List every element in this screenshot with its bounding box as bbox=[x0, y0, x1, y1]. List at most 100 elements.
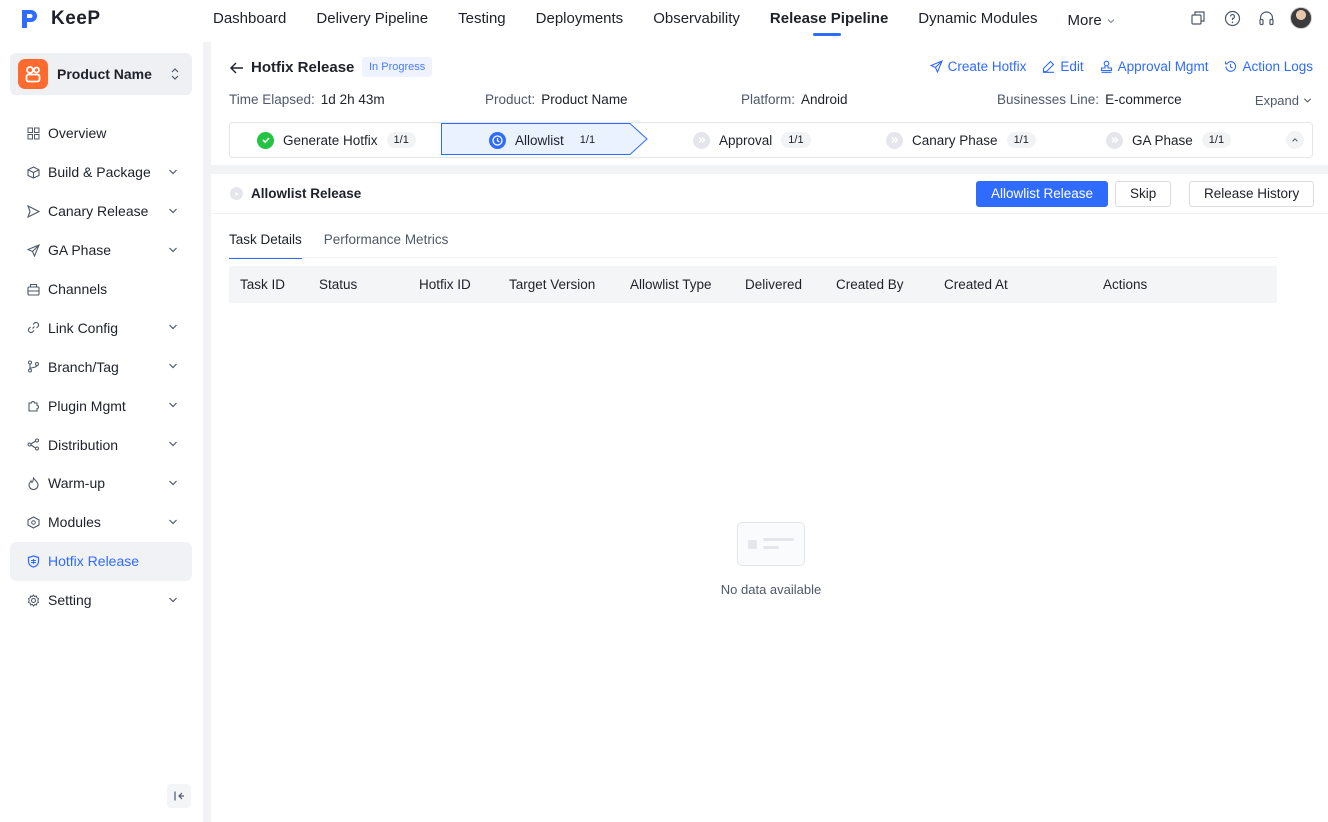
help-icon[interactable] bbox=[1222, 8, 1242, 28]
meta-value: E-commerce bbox=[1105, 92, 1182, 107]
nav-more[interactable]: More bbox=[1068, 0, 1116, 42]
nav-more-label: More bbox=[1067, 12, 1102, 29]
step-canary-phase[interactable]: Canary Phase 1/1 bbox=[886, 123, 1036, 157]
chevron-down-icon bbox=[169, 480, 177, 486]
nav-delivery-pipeline[interactable]: Delivery Pipeline bbox=[316, 0, 428, 42]
tab-performance-metrics[interactable]: Performance Metrics bbox=[324, 232, 449, 256]
meta-key: Businesses Line: bbox=[997, 92, 1100, 107]
header-actions: Create Hotfix Edit Approval Mgmt Action … bbox=[929, 59, 1313, 74]
link-icon bbox=[26, 321, 40, 335]
product-switcher[interactable]: Product Name bbox=[10, 53, 192, 95]
app-logo[interactable]: KeeP bbox=[20, 8, 101, 30]
empty-state: No data available bbox=[711, 522, 831, 597]
sidebar-item-label: Canary Release bbox=[48, 203, 149, 220]
skip-forward-icon bbox=[1106, 131, 1123, 149]
create-hotfix-label: Create Hotfix bbox=[947, 59, 1027, 74]
product-name: Product Name bbox=[57, 66, 152, 82]
meta-key: Product: bbox=[485, 92, 536, 107]
switch-arrows-icon bbox=[171, 68, 179, 80]
gear-icon bbox=[26, 593, 40, 607]
sidebar-item-label: GA Phase bbox=[48, 242, 112, 259]
cube-icon bbox=[26, 515, 40, 529]
column-header: Actions bbox=[1103, 277, 1148, 292]
allowlist-release-button[interactable]: Allowlist Release bbox=[976, 181, 1109, 207]
step-ga-phase[interactable]: GA Phase 1/1 bbox=[1106, 123, 1232, 157]
column-header: Task ID bbox=[240, 277, 286, 292]
approval-mgmt-button[interactable]: Approval Mgmt bbox=[1100, 59, 1208, 74]
collapse-steps-button[interactable] bbox=[1286, 131, 1304, 149]
step-label: Generate Hotfix bbox=[283, 132, 378, 148]
sidebar-item-modules[interactable]: Modules bbox=[10, 503, 192, 542]
plane-icon bbox=[26, 243, 40, 257]
skip-button[interactable]: Skip bbox=[1115, 181, 1172, 207]
sidebar-item-build-package[interactable]: Build & Package bbox=[10, 153, 192, 192]
user-avatar[interactable] bbox=[1290, 7, 1312, 29]
sidebar-item-plugin-mgmt[interactable]: Plugin Mgmt bbox=[10, 386, 192, 425]
sidebar-item-overview[interactable]: Overview bbox=[10, 114, 192, 153]
column-header: Created By bbox=[836, 277, 904, 292]
history-icon bbox=[1225, 61, 1237, 72]
sidebar-item-canary-release[interactable]: Canary Release bbox=[10, 192, 192, 231]
sidebar-item-label: Channels bbox=[48, 281, 108, 297]
action-logs-button[interactable]: Action Logs bbox=[1224, 59, 1313, 74]
nav-dynamic-modules[interactable]: Dynamic Modules bbox=[918, 0, 1037, 42]
sidebar-item-label: Distribution bbox=[48, 436, 119, 453]
nav-deployments[interactable]: Deployments bbox=[536, 0, 624, 42]
collapse-sidebar-button[interactable] bbox=[167, 784, 191, 808]
chevron-down-icon bbox=[169, 169, 177, 175]
section-header: Allowlist Release Allowlist Release Skip… bbox=[211, 174, 1328, 214]
sidebar-item-distribution[interactable]: Distribution bbox=[10, 425, 192, 464]
chevron-down-icon bbox=[1303, 98, 1312, 103]
release-history-button[interactable]: Release History bbox=[1189, 181, 1315, 207]
nav-observability[interactable]: Observability bbox=[653, 0, 740, 42]
action-logs-label: Action Logs bbox=[1242, 59, 1313, 74]
sidebar-item-ga-phase[interactable]: GA Phase bbox=[10, 231, 192, 270]
send-icon bbox=[26, 204, 40, 218]
step-count: 1/1 bbox=[579, 134, 596, 146]
chevron-down-icon bbox=[169, 402, 177, 408]
tab-task-details[interactable]: Task Details bbox=[229, 232, 302, 259]
sidebar-menu: Overview Build & Package Canary Release … bbox=[10, 114, 192, 620]
expand-toggle[interactable]: Expand bbox=[1255, 93, 1312, 108]
nav-dashboard[interactable]: Dashboard bbox=[213, 0, 286, 42]
sidebar-item-link-config[interactable]: Link Config bbox=[10, 308, 192, 347]
step-count: 1/1 bbox=[781, 132, 811, 148]
page-title: Hotfix Release bbox=[251, 59, 355, 76]
step-count: 1/1 bbox=[386, 132, 416, 148]
headset-icon[interactable] bbox=[1256, 8, 1276, 28]
clock-icon bbox=[489, 131, 506, 149]
sidebar-item-label: Branch/Tag bbox=[48, 358, 119, 375]
nav-testing[interactable]: Testing bbox=[458, 0, 506, 42]
copy-icon[interactable] bbox=[1188, 8, 1208, 28]
expand-label: Expand bbox=[1254, 93, 1299, 108]
check-circle-icon bbox=[257, 131, 274, 149]
sidebar-item-label: Plugin Mgmt bbox=[48, 397, 126, 414]
step-count: 1/1 bbox=[1006, 132, 1036, 148]
sidebar-item-label: Modules bbox=[48, 514, 101, 531]
step-allowlist[interactable]: Allowlist 1/1 bbox=[489, 123, 602, 157]
sidebar-item-setting[interactable]: Setting bbox=[10, 581, 192, 620]
step-generate-hotfix[interactable]: Generate Hotfix 1/1 bbox=[257, 123, 416, 157]
skip-forward-icon bbox=[886, 131, 903, 149]
step-label: Approval bbox=[719, 132, 773, 148]
empty-data-icon bbox=[737, 522, 805, 566]
sidebar-item-hotfix-release[interactable]: Hotfix Release bbox=[10, 541, 192, 581]
edit-label: Edit bbox=[1060, 59, 1084, 74]
status-badge: In Progress bbox=[362, 57, 433, 77]
meta-business-line: Businesses Line: E-commerce bbox=[997, 92, 1182, 107]
sidebar-item-branch-tag[interactable]: Branch/Tag bbox=[10, 347, 192, 386]
sidebar-item-channels[interactable]: Channels bbox=[10, 270, 192, 309]
sidebar: Product Name Overview Build & Package Ca… bbox=[0, 42, 203, 822]
meta-value: Android bbox=[801, 92, 848, 107]
meta-key: Platform: bbox=[741, 92, 796, 107]
nav-release-pipeline[interactable]: Release Pipeline bbox=[770, 0, 888, 42]
back-arrow-icon[interactable] bbox=[229, 60, 245, 76]
distribution-icon bbox=[26, 438, 40, 452]
create-hotfix-button[interactable]: Create Hotfix bbox=[929, 59, 1027, 74]
chevron-up-icon bbox=[1292, 138, 1298, 142]
release-steps: Generate Hotfix 1/1 Allowlist 1/1 Approv… bbox=[229, 122, 1313, 158]
sidebar-item-warm-up[interactable]: Warm-up bbox=[10, 464, 192, 503]
edit-button[interactable]: Edit bbox=[1042, 59, 1084, 74]
flame-icon bbox=[26, 476, 40, 490]
step-approval[interactable]: Approval 1/1 bbox=[693, 123, 811, 157]
